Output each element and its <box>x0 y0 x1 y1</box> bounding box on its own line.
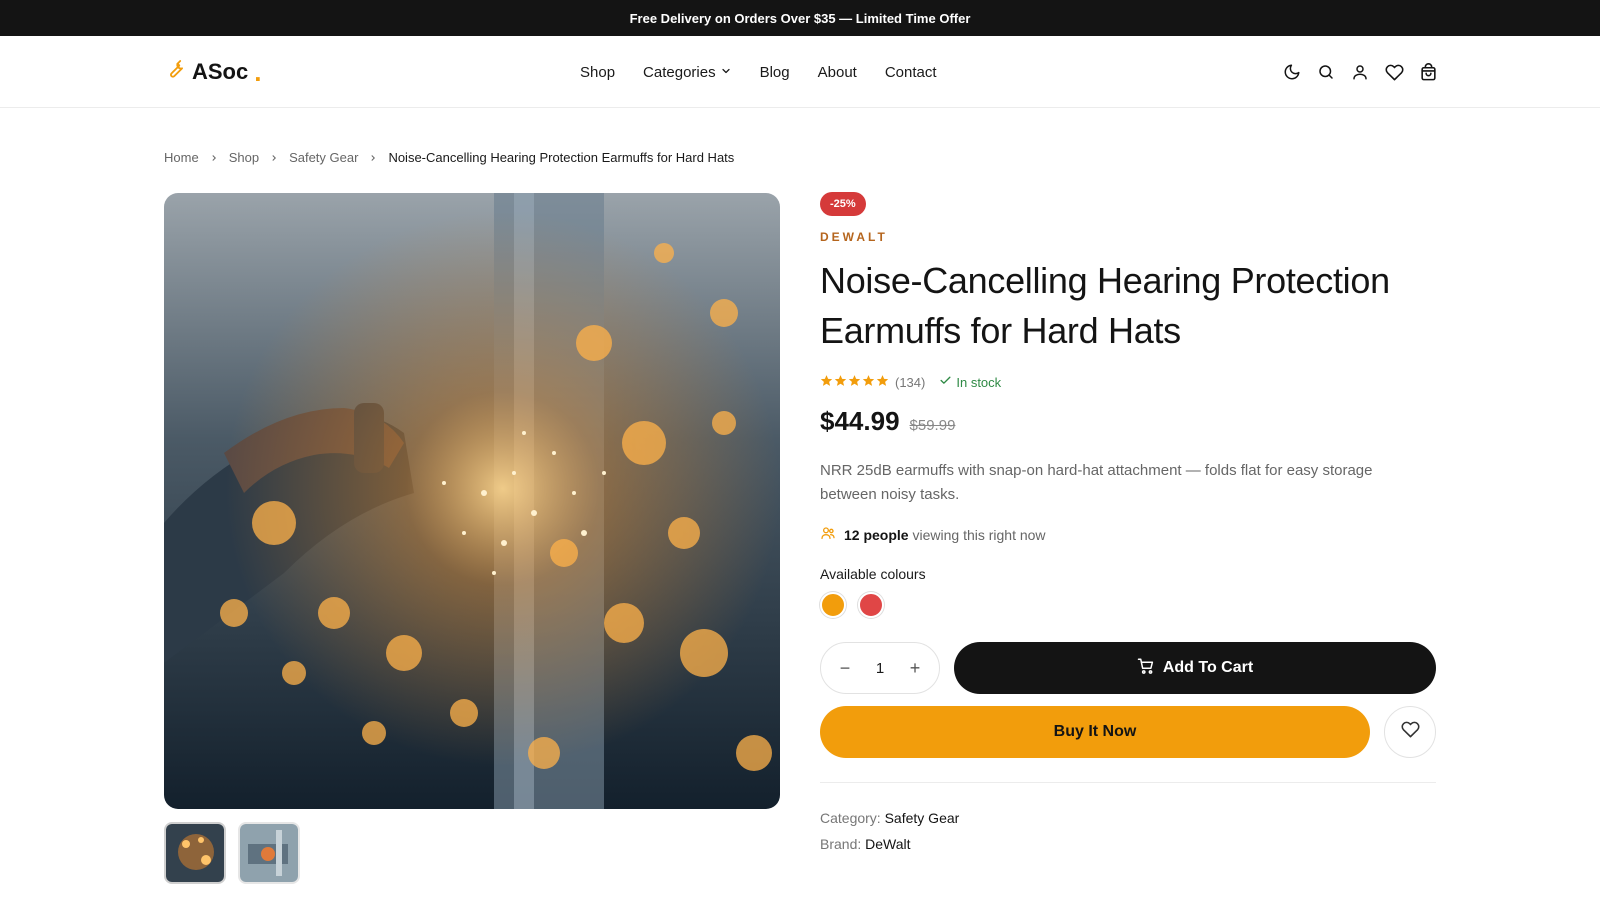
site-header: ASoc . Shop Categories Blog About Contac… <box>0 36 1600 108</box>
breadcrumb-home[interactable]: Home <box>164 150 199 165</box>
rating-row: (134) In stock <box>820 374 1436 390</box>
nav-shop[interactable]: Shop <box>580 64 615 81</box>
chevron-right-icon <box>269 153 279 163</box>
stock-status: In stock <box>939 374 1001 390</box>
product-main-image[interactable] <box>164 193 780 809</box>
original-price: $59.99 <box>909 417 956 434</box>
logo[interactable]: ASoc . <box>164 58 261 86</box>
logo-dot: . <box>254 56 262 87</box>
announcement-text: Free Delivery on Orders Over $35 — Limit… <box>629 10 971 26</box>
announcement-bar: Free Delivery on Orders Over $35 — Limit… <box>0 0 1600 36</box>
colour-swatches <box>820 592 1436 618</box>
viewers-count: 12 people <box>844 526 909 543</box>
rating-stars[interactable] <box>820 374 889 390</box>
wishlist-button[interactable] <box>1384 706 1436 758</box>
users-icon <box>820 525 836 544</box>
breadcrumb-shop[interactable]: Shop <box>229 150 259 165</box>
bag-icon[interactable] <box>1418 62 1438 82</box>
nav-contact-label: Contact <box>884 63 937 81</box>
stock-label: In stock <box>956 374 1002 390</box>
star-icon <box>848 374 861 390</box>
add-to-cart-button[interactable]: Add To Cart <box>954 642 1436 694</box>
buy-now-button[interactable]: Buy It Now <box>820 706 1370 758</box>
minus-icon[interactable]: − <box>835 658 855 678</box>
nav-contact[interactable]: Contact <box>885 64 937 81</box>
product-description: NRR 25dB earmuffs with snap-on hard-hat … <box>820 462 1373 503</box>
nav-blog-label: Blog <box>759 63 790 81</box>
viewers-text: viewing this right now <box>912 526 1046 543</box>
current-price: $44.99 <box>820 406 900 436</box>
product-info: -25% DEWALT Noise-Cancelling Hearing Pro… <box>820 192 1436 857</box>
nav-categories-label: Categories <box>643 63 716 81</box>
divider <box>820 782 1436 783</box>
heart-icon <box>1400 720 1420 744</box>
user-icon[interactable] <box>1350 62 1370 82</box>
search-icon[interactable] <box>1316 62 1336 82</box>
swatch-red[interactable] <box>858 592 884 618</box>
chevron-down-icon <box>720 64 732 81</box>
star-icon <box>820 374 833 390</box>
chevron-right-icon <box>368 153 378 163</box>
check-icon <box>939 374 952 390</box>
cart-row: − 1 + Add To Cart <box>820 642 1436 694</box>
breadcrumb-current: Noise-Cancelling Hearing Protection Earm… <box>388 150 735 165</box>
breadcrumb-category[interactable]: Safety Gear <box>289 150 358 165</box>
star-icon <box>876 374 889 390</box>
product-brand[interactable]: DEWALT <box>820 230 1436 244</box>
main-nav: Shop Categories Blog About Contact <box>580 36 937 108</box>
star-icon <box>834 374 847 390</box>
meta-brand-label: Brand: <box>820 836 862 852</box>
logo-text: ASoc <box>192 58 249 84</box>
nav-categories[interactable]: Categories <box>643 64 732 81</box>
star-icon <box>862 374 875 390</box>
thumbnail-2[interactable] <box>238 822 300 884</box>
viewers-notice: 12 people viewing this right now <box>820 525 1436 544</box>
review-count[interactable]: (134) <box>895 375 925 390</box>
price-row: $44.99 $59.99 <box>820 406 1436 437</box>
nav-shop-label: Shop <box>580 63 616 81</box>
moon-icon[interactable] <box>1282 62 1302 82</box>
meta-brand-value[interactable]: DeWalt <box>865 836 910 852</box>
heart-icon[interactable] <box>1384 62 1404 82</box>
colours-label: Available colours <box>820 566 926 582</box>
swatch-orange[interactable] <box>820 592 846 618</box>
product-title: Noise-Cancelling Hearing Protection Earm… <box>820 260 1390 351</box>
meta-brand: Brand: DeWalt <box>820 831 1436 857</box>
meta-category: Category: Safety Gear <box>820 805 1436 831</box>
breadcrumb: Home Shop Safety Gear Noise-Cancelling H… <box>164 150 734 165</box>
quantity-stepper: − 1 + <box>820 642 940 694</box>
buy-now-label: Buy It Now <box>1053 723 1137 740</box>
nav-about-label: About <box>817 63 857 81</box>
buy-row: Buy It Now <box>820 706 1436 758</box>
nav-blog[interactable]: Blog <box>760 64 790 81</box>
nav-about[interactable]: About <box>818 64 857 81</box>
quantity-value[interactable]: 1 <box>876 660 884 677</box>
add-to-cart-label: Add To Cart <box>1162 659 1254 676</box>
product-meta: Category: Safety Gear Brand: DeWalt <box>820 805 1436 857</box>
meta-category-label: Category: <box>820 810 881 826</box>
product-thumbnails <box>164 822 300 884</box>
thumbnail-1[interactable] <box>164 822 226 884</box>
wrench-icon <box>164 58 186 86</box>
cart-icon <box>1137 657 1155 680</box>
header-icons <box>1282 36 1438 108</box>
meta-category-value[interactable]: Safety Gear <box>885 810 960 826</box>
plus-icon[interactable]: + <box>905 658 925 678</box>
chevron-right-icon <box>209 153 219 163</box>
discount-badge: -25% <box>820 192 866 216</box>
